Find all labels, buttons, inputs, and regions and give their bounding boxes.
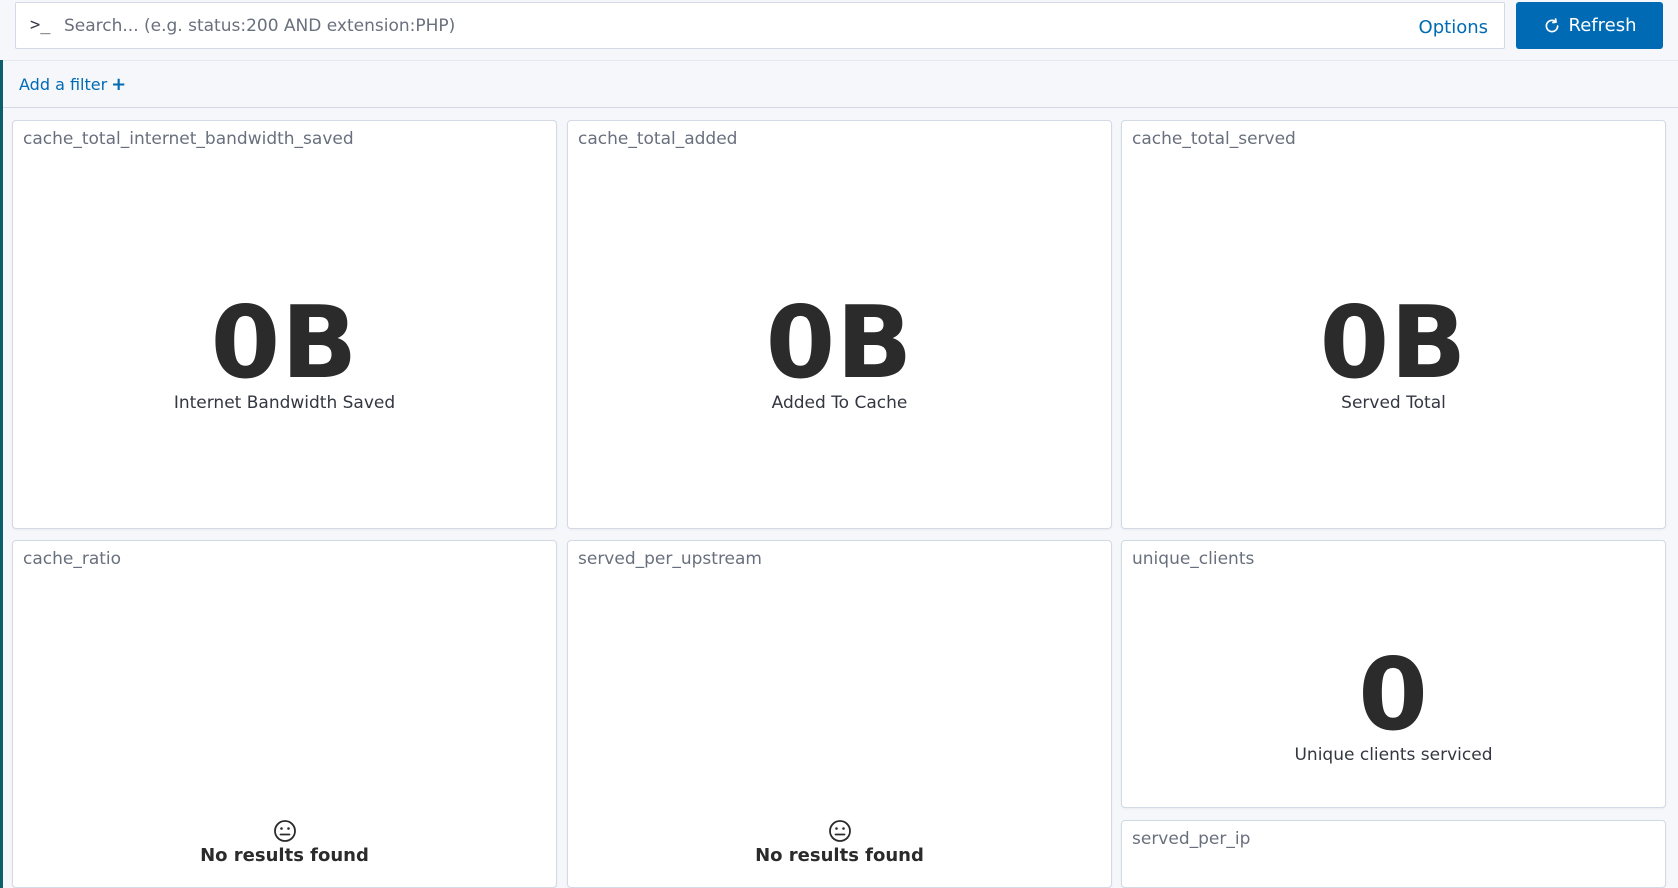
- metric-visualization: 0B Served Total: [1122, 284, 1665, 414]
- panel-served-per-ip: served_per_ip: [1121, 820, 1666, 888]
- panel-cache-total-internet-bandwidth-saved: cache_total_internet_bandwidth_saved 0B …: [12, 120, 557, 529]
- empty-state: No results found: [568, 819, 1111, 866]
- add-filter-button[interactable]: Add a filter +: [19, 75, 126, 94]
- refresh-icon: [1543, 17, 1561, 35]
- panel-served-per-upstream: served_per_upstream No results found: [567, 540, 1112, 888]
- panel-title: unique_clients: [1132, 549, 1255, 569]
- neutral-face-icon: [273, 820, 296, 842]
- panel-cache-total-added: cache_total_added 0B Added To Cache: [567, 120, 1112, 529]
- empty-state: No results found: [13, 819, 556, 866]
- panel-title: cache_total_added: [578, 129, 738, 149]
- panel-title: cache_total_internet_bandwidth_saved: [23, 129, 354, 149]
- no-results-message: No results found: [200, 845, 369, 866]
- metric-label: Unique clients serviced: [1294, 745, 1493, 765]
- panel-cache-total-served: cache_total_served 0B Served Total: [1121, 120, 1666, 529]
- metric-visualization: 0B Added To Cache: [568, 284, 1111, 414]
- refresh-button[interactable]: Refresh: [1516, 2, 1663, 49]
- metric-visualization: 0B Internet Bandwidth Saved: [13, 284, 556, 414]
- panel-title: cache_ratio: [23, 549, 122, 569]
- neutral-face-icon: [828, 820, 851, 842]
- metric-label: Added To Cache: [771, 393, 908, 413]
- left-nav-accent: [0, 0, 3, 888]
- metric-label: Internet Bandwidth Saved: [173, 393, 396, 413]
- refresh-label: Refresh: [1568, 15, 1637, 36]
- filter-bar: Add a filter +: [3, 60, 1678, 108]
- metric-value: 0: [1358, 636, 1429, 753]
- panel-title: served_per_ip: [1132, 829, 1251, 849]
- metric-visualization: 0 Unique clients serviced: [1122, 636, 1665, 766]
- search-input[interactable]: [64, 10, 1384, 42]
- search-box: >_ Options: [15, 2, 1505, 49]
- panel-title: served_per_upstream: [578, 549, 762, 569]
- panel-cache-ratio: cache_ratio No results found: [12, 540, 557, 888]
- metric-value: 0B: [765, 284, 914, 401]
- metric-label: Served Total: [1341, 393, 1446, 413]
- options-button[interactable]: Options: [1419, 17, 1488, 38]
- metric-value: 0B: [210, 284, 359, 401]
- panel-unique-clients: unique_clients 0 Unique clients serviced: [1121, 540, 1666, 808]
- plus-icon: +: [111, 73, 127, 95]
- metric-value: 0B: [1319, 284, 1468, 401]
- add-filter-label: Add a filter: [19, 75, 108, 94]
- query-bar: >_ Options Refresh: [0, 0, 1678, 60]
- terminal-prompt-icon: >_: [30, 15, 51, 35]
- panel-title: cache_total_served: [1132, 129, 1296, 149]
- no-results-message: No results found: [755, 845, 924, 866]
